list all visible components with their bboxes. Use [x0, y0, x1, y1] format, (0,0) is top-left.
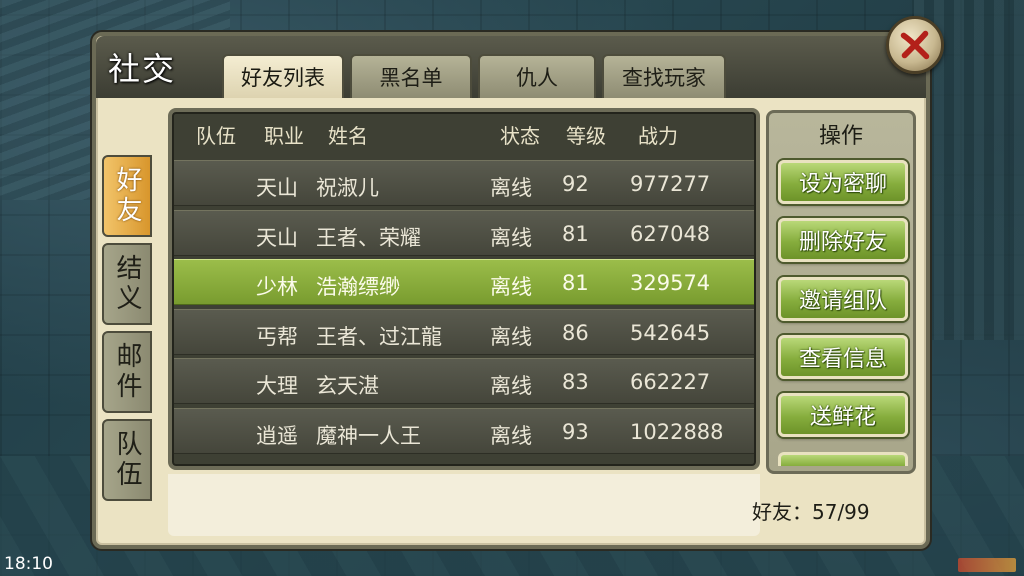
column-header-level: 等级: [566, 124, 606, 148]
column-header-name: 姓名: [328, 124, 368, 148]
cell-status: 离线: [490, 324, 532, 349]
operations-title: 操作: [818, 124, 863, 149]
cell-name: 魔神一人王: [316, 423, 421, 448]
table-row[interactable]: 天山 祝淑儿 离线 92 977277: [174, 160, 754, 206]
side-tab-team[interactable]: 队伍: [102, 419, 152, 501]
cell-level: 81: [562, 221, 589, 246]
view-info-button[interactable]: 查看信息: [778, 335, 908, 379]
tab-enemies[interactable]: 仇人: [478, 54, 596, 98]
cell-name: 王者、过江龍: [316, 324, 442, 349]
side-tab-sworn[interactable]: 结义: [102, 243, 152, 325]
delete-friend-button[interactable]: 删除好友: [778, 218, 908, 262]
cell-name: 王者、荣耀: [316, 225, 421, 250]
cell-job: 大理: [256, 374, 298, 399]
table-row[interactable]: 大理 玄天湛 离线 83 662227: [174, 358, 754, 405]
cell-power: 977277: [630, 172, 711, 196]
cell-name: 祝淑儿: [316, 176, 379, 200]
cell-status: 离线: [490, 176, 532, 200]
tab-find-player[interactable]: 查找玩家: [602, 54, 726, 98]
status-clock: 18:10: [4, 554, 53, 574]
set-private-chat-button[interactable]: 设为密聊: [778, 160, 908, 204]
close-button[interactable]: [886, 16, 944, 74]
cell-job: 天山: [256, 176, 298, 200]
cell-status: 离线: [490, 423, 532, 448]
cell-level: 92: [562, 172, 589, 196]
invite-team-button[interactable]: 邀请组队: [778, 277, 908, 321]
cell-job: 逍遥: [256, 423, 298, 448]
table-row-selected[interactable]: 少林 浩瀚缥缈 离线 81 329574: [174, 259, 754, 306]
cell-name: 浩瀚缥缈: [316, 275, 400, 300]
table-row[interactable]: 天山 王者、荣耀 离线 81 627048: [174, 209, 754, 256]
column-header-job: 职业: [264, 124, 304, 148]
cell-name: 玄天湛: [316, 374, 379, 399]
cell-status: 离线: [490, 374, 532, 399]
column-header-status: 状态: [500, 124, 540, 148]
table-row[interactable]: 丐帮 王者、过江龍 离线 86 542645: [174, 308, 754, 355]
cell-status: 离线: [490, 225, 532, 250]
table-header: 队伍 职业 姓名 状态 等级 战力: [176, 114, 752, 152]
cell-level: 81: [562, 271, 589, 296]
tab-friend-list[interactable]: 好友列表: [222, 54, 344, 98]
cell-power: 662227: [630, 370, 711, 395]
cell-status: 离线: [490, 275, 532, 300]
cell-level: 83: [562, 370, 589, 395]
more-operations-button[interactable]: [778, 452, 908, 466]
column-header-power: 战力: [638, 124, 678, 148]
tab-blacklist[interactable]: 黑名单: [350, 54, 472, 98]
cell-power: 329574: [630, 271, 711, 296]
cell-job: 天山: [256, 225, 298, 250]
cell-job: 丐帮: [256, 324, 298, 349]
send-flowers-button[interactable]: 送鲜花: [778, 393, 908, 437]
friend-rows: 天山 祝淑儿 离线 92 977277 天山 王者、荣耀 离线 81 62704…: [174, 160, 754, 458]
watermark-logo: [958, 558, 1016, 572]
cell-power: 627048: [630, 221, 711, 246]
close-x-icon: [900, 30, 930, 60]
cell-power: 542645: [630, 320, 711, 345]
cell-power: 1022888: [630, 419, 724, 444]
cell-level: 93: [562, 419, 589, 444]
side-tab-mail[interactable]: 邮件: [102, 331, 152, 413]
side-tabs: 好友 结义 邮件 队伍: [102, 155, 154, 507]
side-tab-friends[interactable]: 好友: [102, 155, 152, 237]
top-tabs: 好友列表 黑名单 仇人 查找玩家: [222, 54, 726, 98]
table-footer: [168, 474, 760, 536]
cell-job: 少林: [256, 275, 298, 300]
column-header-team: 队伍: [196, 124, 236, 148]
friend-count: 好友：57/99: [752, 500, 870, 524]
panel-title: 社交: [108, 50, 177, 88]
table-row[interactable]: 逍遥 魔神一人王 离线 93 1022888: [174, 407, 754, 454]
cell-level: 86: [562, 320, 589, 345]
